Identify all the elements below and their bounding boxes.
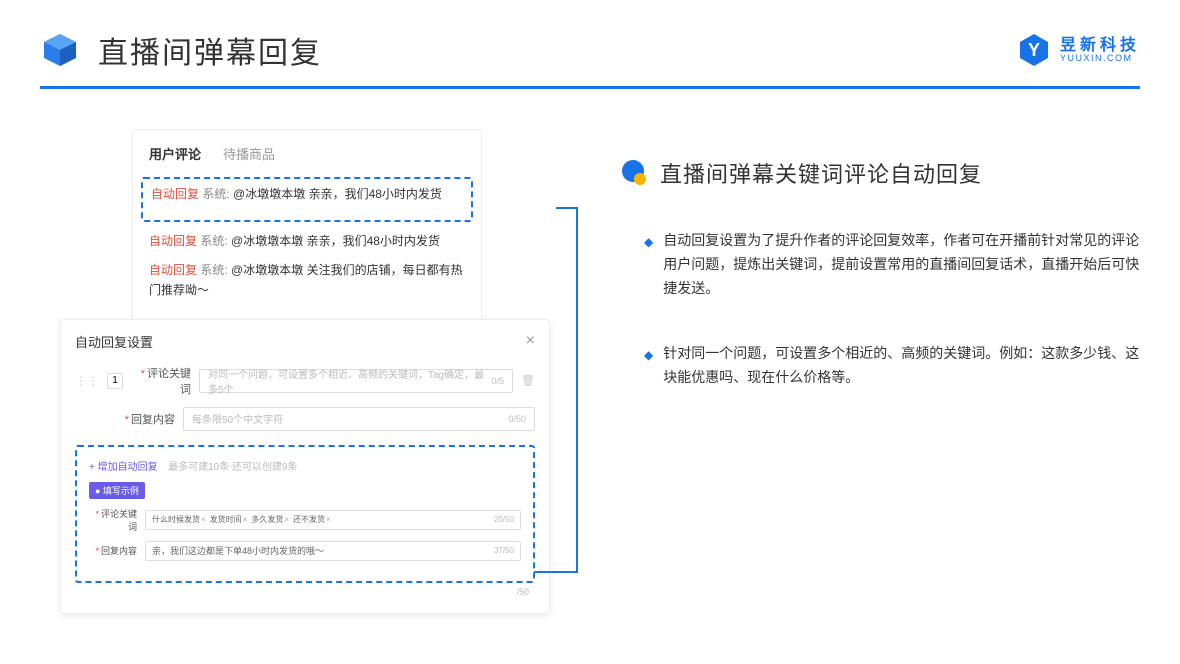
- auto-reply-settings-panel: 自动回复设置 × ⋮⋮ 1 *评论关键词 对同一个问题，可设置多个相近、高频的关…: [60, 319, 550, 614]
- brand-logo: Y 昱新科技 YUUXIN.COM: [1016, 32, 1140, 68]
- example-content-row: *回复内容 亲，我们这边都是下单48小时内发货的哦～ 37/50: [89, 541, 521, 561]
- add-auto-reply-link[interactable]: + 增加自动回复: [89, 458, 158, 473]
- bullet-item: ◆ 针对同一个问题，可设置多个相近的、高频的关键词。例如：这款多少钱、这块能优惠…: [644, 342, 1140, 390]
- diamond-icon: ◆: [644, 345, 653, 390]
- row-number: 1: [107, 373, 123, 389]
- comment-item: 自动回复 系统: @冰墩墩本墩 亲亲，我们48小时内发货: [151, 185, 463, 204]
- content-input[interactable]: 每条限50个中文字符 0/50: [183, 407, 535, 431]
- comment-panel: 用户评论 待播商品 自动回复 系统: @冰墩墩本墩 亲亲，我们48小时内发货 自…: [132, 129, 482, 329]
- highlighted-comment: 自动回复 系统: @冰墩墩本墩 亲亲，我们48小时内发货: [141, 177, 473, 222]
- svg-text:Y: Y: [1028, 40, 1040, 60]
- keyword-label: *评论关键词: [131, 365, 191, 397]
- tag-item: 多久发货×: [251, 514, 289, 525]
- logo-text-en: YUUXIN.COM: [1060, 54, 1140, 63]
- settings-title: 自动回复设置: [75, 332, 153, 351]
- example-content-input[interactable]: 亲，我们这边都是下单48小时内发货的哦～ 37/50: [145, 541, 521, 561]
- example-section: + 增加自动回复 最多可建10条 还可以创建9条 ● 填写示例 *评论关键词 什…: [75, 445, 535, 583]
- example-keyword-row: *评论关键词 什么时候发货× 发货时间× 多久发货× 还不发货× 20/50: [89, 507, 521, 533]
- page-title: 直播间弹幕回复: [98, 28, 322, 72]
- bullet-item: ◆ 自动回复设置为了提升作者的评论回复效率，作者可在开播前针对常见的评论用户问题…: [644, 229, 1140, 300]
- outer-count: /50: [75, 587, 535, 597]
- logo-text-cn: 昱新科技: [1060, 38, 1140, 54]
- comment-item: 自动回复 系统: @冰墩墩本墩 亲亲，我们48小时内发货: [149, 232, 465, 251]
- example-keyword-input[interactable]: 什么时候发货× 发货时间× 多久发货× 还不发货× 20/50: [145, 510, 521, 530]
- comment-item: 自动回复 系统: @冰墩墩本墩 关注我们的店铺，每日都有热门推荐呦～: [149, 261, 465, 299]
- keyword-row: ⋮⋮ 1 *评论关键词 对同一个问题，可设置多个相近、高频的关键词，Tag确定，…: [75, 365, 535, 397]
- example-badge: ● 填写示例: [89, 482, 145, 499]
- tab-user-comments[interactable]: 用户评论: [149, 144, 201, 163]
- description-column: 直播间弹幕关键词评论自动回复 ◆ 自动回复设置为了提升作者的评论回复效率，作者可…: [620, 129, 1140, 614]
- tag-item: 还不发货×: [293, 514, 331, 525]
- cube-icon: [40, 30, 80, 70]
- chat-bubble-icon: [620, 159, 648, 187]
- tab-pending-goods[interactable]: 待播商品: [223, 144, 275, 163]
- tag-item: 发货时间×: [210, 514, 248, 525]
- diamond-icon: ◆: [644, 232, 653, 300]
- connector-line: [576, 207, 578, 571]
- comment-tabs: 用户评论 待播商品: [149, 144, 465, 163]
- drag-handle-icon[interactable]: ⋮⋮: [75, 374, 99, 388]
- delete-icon[interactable]: 🗑: [521, 374, 535, 387]
- keyword-input[interactable]: 对同一个问题，可设置多个相近、高频的关键词，Tag确定，最多5个 0/5: [199, 369, 513, 393]
- content-row: *回复内容 每条限50个中文字符 0/50: [75, 407, 535, 431]
- page-header: 直播间弹幕回复 Y 昱新科技 YUUXIN.COM: [0, 0, 1180, 72]
- connector-line: [556, 207, 578, 209]
- section-title: 直播间弹幕关键词评论自动回复: [620, 157, 1140, 189]
- add-hint: 最多可建10条 还可以创建9条: [168, 462, 297, 473]
- logo-icon: Y: [1016, 32, 1052, 68]
- connector-line: [534, 571, 578, 573]
- content-label: *回复内容: [115, 411, 175, 427]
- screenshot-column: 用户评论 待播商品 自动回复 系统: @冰墩墩本墩 亲亲，我们48小时内发货 自…: [60, 129, 560, 614]
- tag-item: 什么时候发货×: [152, 514, 206, 525]
- close-icon[interactable]: ×: [526, 332, 535, 350]
